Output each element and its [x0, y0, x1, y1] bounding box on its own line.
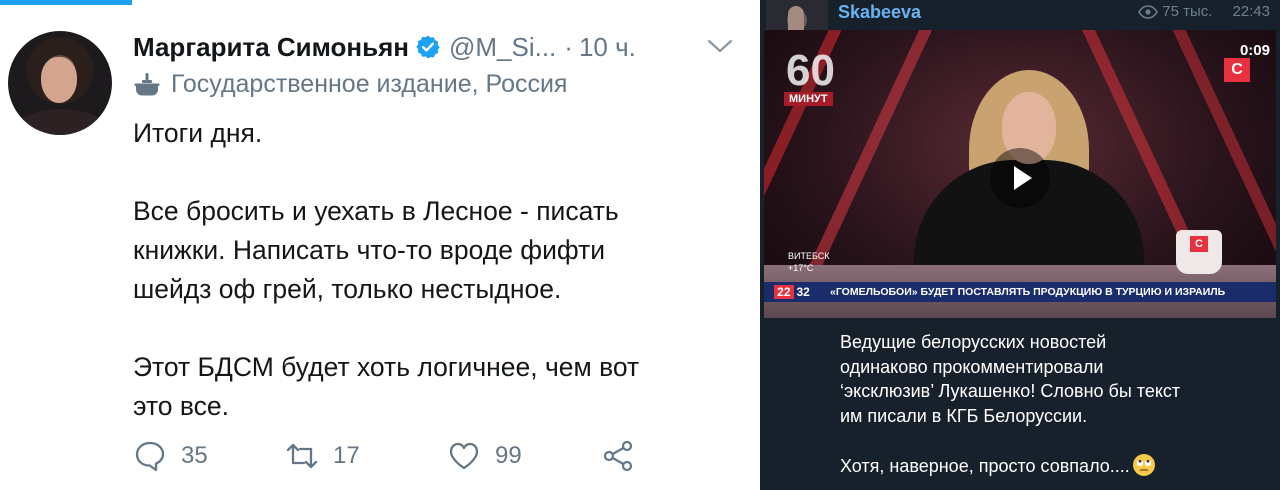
retweet-count: 17: [333, 442, 360, 469]
video-duration: 0:09: [1239, 42, 1270, 59]
video-mug: С: [1176, 230, 1222, 274]
tweet-text-line: это все.: [133, 391, 230, 421]
tweet-body: Итоги дня. Все бросить и уехать в Лесное…: [133, 114, 743, 426]
ticker-headline: «ГОМЕЛЬОБОИ» БУДЕТ ПОСТАВЛЯТЬ ПРОДУКЦИЮ …: [820, 282, 1276, 302]
weather-temp: +17°C: [788, 263, 814, 273]
reply-count: 35: [181, 442, 208, 469]
weather-overlay: ВИТЕБСК +17°C: [788, 250, 830, 274]
author-name[interactable]: Маргарита Симоньян: [133, 32, 409, 63]
retweet-button[interactable]: 17: [285, 436, 360, 476]
avatar-face: [41, 57, 77, 103]
tweet-actions: 35 17 99: [133, 436, 753, 476]
author-avatar[interactable]: [8, 31, 112, 135]
like-button[interactable]: 99: [447, 436, 522, 476]
show-logo-number: 60: [786, 46, 835, 95]
channel-name[interactable]: Skabeeva: [838, 2, 921, 23]
caption-line: Хотя, наверное, просто совпало....: [840, 455, 1130, 476]
post-caption: Ведущие белорусских новостей одинаково п…: [840, 330, 1260, 478]
caption-blank-line: [840, 428, 1260, 453]
like-icon: [449, 442, 479, 470]
author-handle[interactable]: @M_Si...: [449, 32, 556, 63]
tab-indicator: [0, 0, 132, 5]
mug-logo: С: [1190, 236, 1208, 252]
weather-city: ВИТЕБСК: [788, 251, 830, 261]
telegram-post: Skabeeva 75 тыс. 22:43 С 60 МИНУТ С 0:09: [760, 0, 1280, 490]
caption-line: ‘эксклюзив’ Лукашенко! Словно бы текст: [840, 381, 1181, 401]
view-count: 75 тыс.: [1162, 3, 1213, 20]
verified-badge-icon: [416, 35, 440, 59]
tweet-timestamp[interactable]: 10 ч.: [579, 32, 636, 63]
tweet-card: Маргарита Симоньян @M_Si... · 10 ч. Госу…: [0, 0, 760, 490]
video-player[interactable]: С 60 МИНУТ С 0:09 ВИТЕБСК +17°C 22 32 «Г…: [764, 30, 1276, 318]
post-time: 22:43: [1232, 3, 1270, 20]
eye-icon: [1138, 4, 1159, 19]
tweet-text-line: шейдз оф грей, только нестыдное.: [133, 274, 562, 304]
tweet-blank-line: [133, 309, 743, 348]
share-icon: [603, 440, 633, 472]
show-logo-text: МИНУТ: [784, 92, 833, 106]
state-media-label-text: Государственное издание, Россия: [171, 69, 568, 98]
state-media-label[interactable]: Государственное издание, Россия: [133, 68, 567, 100]
tweet-blank-line: [133, 153, 743, 192]
caption-line: одинаково прокомментировали: [840, 356, 1104, 377]
reply-icon: [135, 441, 165, 472]
news-ticker: 22 32 «ГОМЕЛЬОБОИ» БУДЕТ ПОСТАВЛЯТЬ ПРОД…: [764, 282, 1276, 302]
separator-dot: ·: [564, 31, 573, 62]
like-count: 99: [495, 442, 522, 469]
tweet-header: Маргарита Симоньян @M_Si... · 10 ч.: [133, 29, 636, 65]
reply-button[interactable]: 35: [133, 436, 208, 476]
play-icon: [1014, 166, 1032, 190]
share-button[interactable]: [601, 436, 635, 476]
caption-line: им писали в КГБ Белоруссии.: [840, 405, 1088, 426]
tweet-text-line: Итоги дня.: [133, 118, 263, 148]
post-meta: 75 тыс. 22:43: [1138, 3, 1270, 20]
chevron-down-icon[interactable]: [706, 37, 734, 55]
tweet-text-line: Все бросить и уехать в Лесное - писать: [133, 196, 619, 226]
tweet-text-line: Этот БДСМ будет хоть логичнее, чем вот: [133, 352, 640, 382]
caption-last-line: Хотя, наверное, просто совпало....: [840, 453, 1260, 479]
ticker-clock: 22 32: [764, 282, 820, 302]
rolling-eyes-emoji-icon: [1132, 453, 1155, 476]
caption-line: Ведущие белорусских новостей: [840, 332, 1107, 352]
ticker-clock-minute: 32: [796, 285, 810, 299]
channel-logo: С: [1224, 58, 1250, 82]
ticker-clock-hour: 22: [774, 285, 794, 299]
avatar-shoulders: [16, 109, 106, 135]
government-label-icon: [134, 73, 160, 96]
show-logo: 60 МИНУТ: [772, 46, 856, 116]
play-button[interactable]: [990, 148, 1050, 208]
retweet-icon: [286, 443, 318, 469]
tweet-text-line: книжки. Написать что-то вроде фифти: [133, 235, 606, 265]
